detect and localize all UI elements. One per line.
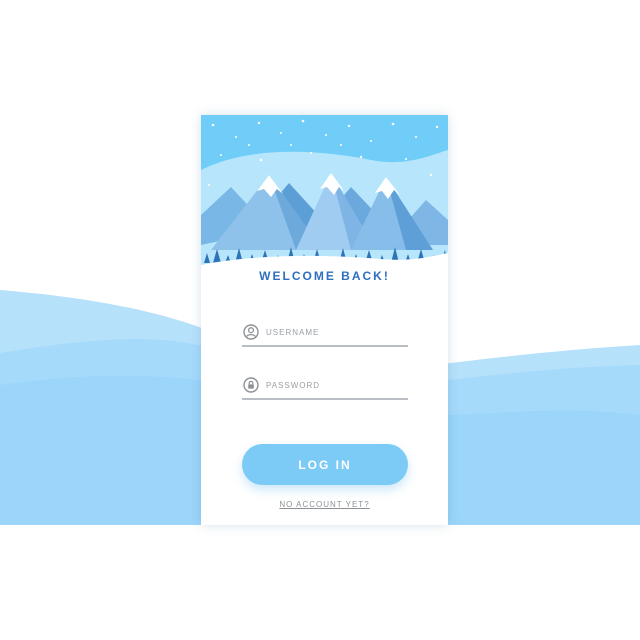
- username-field[interactable]: [242, 319, 408, 347]
- user-icon: [243, 324, 259, 340]
- welcome-title: WELCOME BACK!: [259, 269, 390, 283]
- password-input[interactable]: [266, 380, 396, 390]
- password-field[interactable]: [242, 372, 408, 400]
- lock-icon: [243, 377, 259, 393]
- login-button[interactable]: LOG IN: [242, 444, 408, 485]
- no-account-link[interactable]: NO ACCOUNT YET?: [201, 500, 448, 509]
- username-input[interactable]: [266, 327, 396, 337]
- mountain-illustration: [201, 115, 448, 275]
- login-card: WELCOME BACK! LOG IN NO ACCOUNT YET?: [201, 115, 448, 525]
